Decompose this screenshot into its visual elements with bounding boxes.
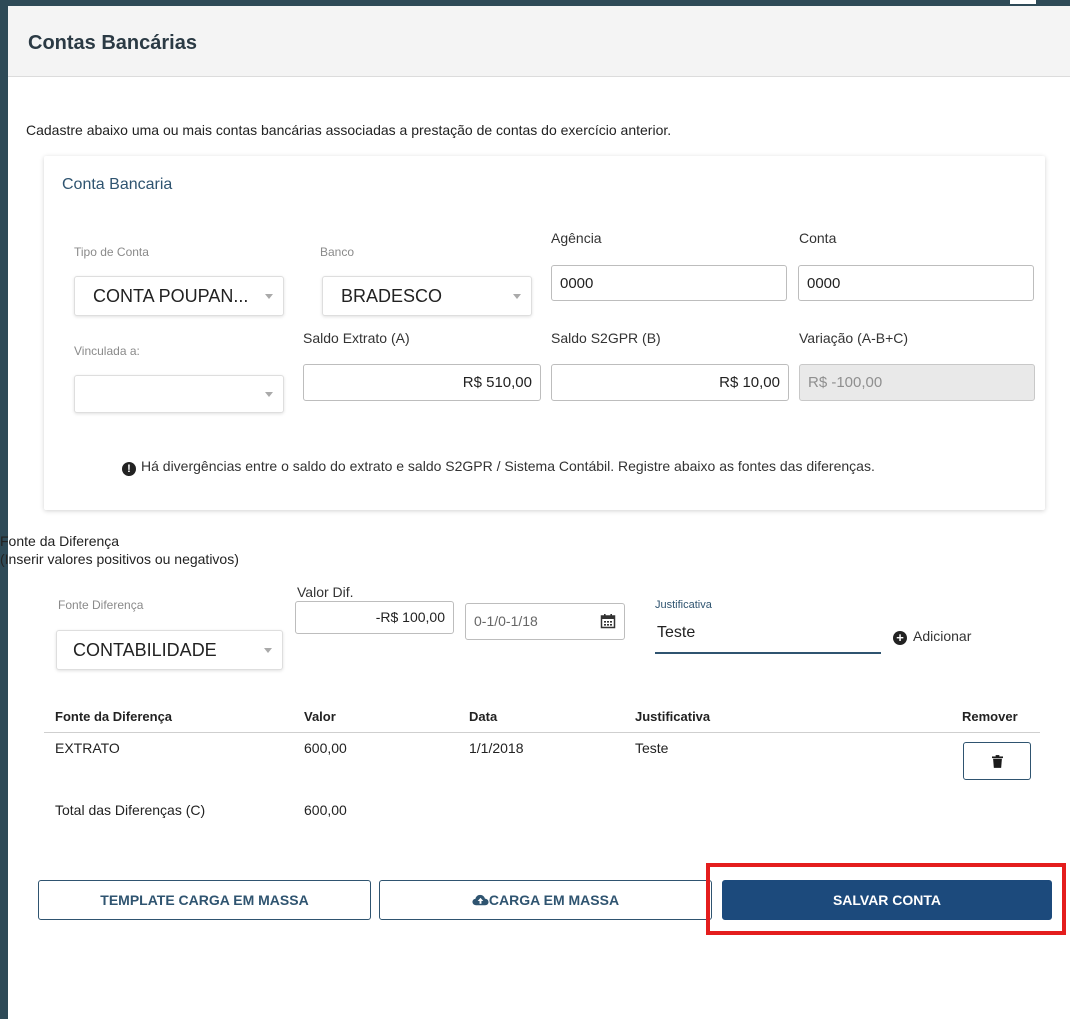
left-sidebar-border (0, 0, 8, 1019)
window-control-mark (1010, 0, 1036, 4)
col-header-fonte: Fonte da Diferença (55, 709, 173, 724)
saldo-extrato-label: Saldo Extrato (A) (303, 330, 410, 346)
page-header: Contas Bancárias (8, 6, 1070, 77)
divergence-warning: ! Há divergências entre o saldo do extrat… (122, 458, 875, 476)
plus-circle-icon: + (893, 631, 907, 645)
variacao-input: R$ -100,00 (799, 364, 1035, 401)
saldo-extrato-value: R$ 510,00 (462, 374, 532, 391)
conta-bancaria-card: Conta Bancaria Tipo de Conta CONTA POUPA… (44, 156, 1045, 510)
template-carga-button[interactable]: TEMPLATE CARGA EM MASSA (38, 880, 371, 920)
fonte-section-title: Fonte da Diferença (Inserir valores posi… (0, 532, 239, 568)
conta-label: Conta (799, 230, 837, 246)
cell-data: 1/1/2018 (469, 740, 524, 756)
justificativa-label: Justificativa (655, 599, 712, 611)
warning-text: Há divergências entre o saldo do extrato… (141, 458, 875, 474)
cell-fonte: EXTRATO (55, 740, 120, 756)
chevron-down-icon (513, 294, 521, 299)
carga-em-massa-button[interactable]: CARGA EM MASSA (379, 880, 712, 920)
col-header-justificativa: Justificativa (635, 709, 711, 724)
valor-dif-input[interactable]: -R$ 100,00 (295, 601, 454, 634)
chevron-down-icon (265, 392, 273, 397)
carga-em-massa-label: CARGA EM MASSA (488, 892, 620, 908)
banco-select[interactable]: BRADESCO (322, 276, 532, 316)
highlight-box (706, 863, 1066, 935)
saldo-s2gpr-label: Saldo S2GPR (B) (551, 330, 661, 346)
exclamation-circle-icon: ! (122, 462, 136, 476)
adicionar-button[interactable]: + Adicionar (893, 628, 971, 645)
agencia-input[interactable]: 0000 (551, 265, 787, 301)
intro-text: Cadastre abaixo uma ou mais contas bancá… (26, 122, 672, 138)
total-value: 600,00 (304, 802, 347, 818)
col-header-data: Data (469, 709, 498, 724)
adicionar-label: Adicionar (913, 628, 972, 644)
chevron-down-icon (265, 294, 273, 299)
saldo-s2gpr-value: R$ 10,00 (719, 374, 780, 391)
fonte-diferenca-select[interactable]: CONTABILIDADE (56, 630, 283, 670)
tipo-conta-value: CONTA POUPAN... (93, 286, 249, 306)
fonte-subtitle: (Inserir valores positivos ou negativos) (0, 551, 239, 567)
calendar-icon[interactable] (600, 613, 616, 629)
col-header-valor: Valor (304, 709, 336, 724)
variacao-value: R$ -100,00 (808, 374, 883, 391)
saldo-extrato-input[interactable]: R$ 510,00 (303, 364, 541, 401)
col-header-remover: Remover (962, 709, 1018, 724)
trash-icon (992, 755, 1003, 768)
tipo-conta-select[interactable]: CONTA POUPAN... (74, 276, 284, 316)
valor-dif-value: -R$ 100,00 (375, 609, 445, 625)
fonte-diferenca-label: Fonte Diferença (58, 598, 144, 612)
variacao-label: Variação (A-B+C) (799, 330, 909, 346)
banco-value: BRADESCO (341, 286, 443, 306)
chevron-down-icon (264, 648, 272, 653)
table-divider (44, 732, 1040, 733)
banco-label: Banco (320, 245, 355, 259)
date-input[interactable]: 0-1/0-1/18 (465, 603, 625, 640)
fonte-title: Fonte da Diferença (0, 533, 120, 549)
agencia-label: Agência (551, 230, 602, 246)
cell-justificativa: Teste (635, 740, 669, 756)
valor-dif-label: Valor Dif. (297, 584, 354, 600)
fonte-diferenca-value: CONTABILIDADE (73, 640, 217, 660)
conta-input[interactable]: 0000 (798, 265, 1034, 301)
tipo-conta-label: Tipo de Conta (74, 245, 149, 259)
card-title: Conta Bancaria (62, 176, 173, 193)
agencia-value: 0000 (560, 275, 594, 292)
cell-valor: 600,00 (304, 740, 347, 756)
page-title: Contas Bancárias (28, 32, 197, 54)
justificativa-underline (655, 652, 881, 654)
vinculada-label: Vinculada a: (74, 344, 140, 358)
total-label: Total das Diferenças (C) (55, 802, 206, 818)
conta-value: 0000 (807, 275, 841, 292)
vinculada-select[interactable] (74, 375, 284, 413)
saldo-s2gpr-input[interactable]: R$ 10,00 (551, 364, 789, 401)
remove-row-button[interactable] (963, 742, 1031, 780)
date-value: 0-1/0-1/18 (474, 613, 538, 629)
cloud-upload-icon (472, 894, 489, 906)
justificativa-input[interactable]: Teste (657, 624, 695, 642)
